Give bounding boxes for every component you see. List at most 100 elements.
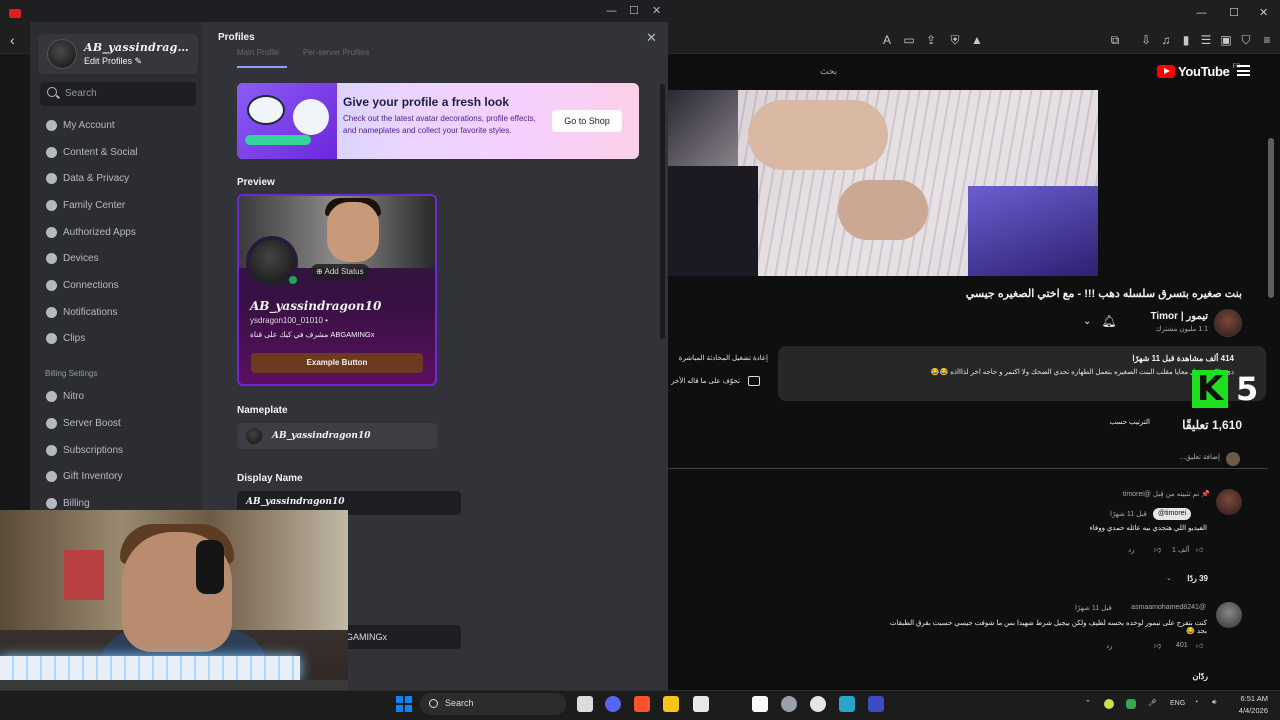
nav-authorized-apps[interactable]: Authorized Apps: [40, 221, 196, 243]
replies-chevron-icon[interactable]: ⌄: [1166, 574, 1172, 582]
microphone-icon: [196, 540, 224, 594]
minimize-icon[interactable]: —: [606, 4, 617, 17]
channel-avatar[interactable]: [1214, 309, 1242, 337]
volume-icon[interactable]: 🔊︎: [1212, 699, 1216, 707]
channel-name[interactable]: تيمور | Timor: [1120, 311, 1208, 322]
tab-per-server-profiles[interactable]: Per-server Profiles: [303, 48, 369, 57]
go-to-shop-button[interactable]: Go to Shop: [552, 110, 622, 132]
hamburger-menu-icon[interactable]: [1237, 65, 1250, 76]
nav-content-social[interactable]: Content & Social: [40, 141, 196, 163]
add-comment-input[interactable]: إضافة تعليق...: [1120, 453, 1221, 461]
maximize-icon[interactable]: ☐: [1229, 6, 1239, 19]
bookmarks-icon[interactable]: ☰: [1199, 33, 1213, 47]
edit-profiles-link[interactable]: Edit Profiles ✎: [84, 56, 142, 67]
brave-taskbar-icon[interactable]: [634, 696, 650, 712]
sidebar-icon[interactable]: ▮: [1179, 33, 1193, 47]
like-count: 401: [1176, 642, 1188, 649]
apps-icon: [46, 226, 57, 238]
tab-icon[interactable]: ⧉: [1108, 33, 1122, 47]
k5-number: 5: [1236, 370, 1259, 408]
nav-notifications[interactable]: Notifications: [40, 301, 196, 323]
download-icon[interactable]: ⇩: [1139, 33, 1153, 47]
comment-avatar[interactable]: [1216, 489, 1242, 515]
translate-icon[interactable]: A: [880, 33, 894, 47]
cast-icon[interactable]: ▭: [902, 33, 916, 47]
settings-search-input[interactable]: Search: [40, 82, 196, 106]
maximize-icon[interactable]: ☐: [629, 4, 639, 17]
display-name-label: Display Name: [237, 473, 303, 484]
file-explorer-icon[interactable]: [663, 696, 679, 712]
close-window-icon[interactable]: ✕: [1259, 6, 1268, 19]
settings-gear-icon[interactable]: [781, 696, 797, 712]
yt-search-hint[interactable]: بحث: [820, 66, 837, 77]
nav-devices[interactable]: Devices: [40, 247, 196, 269]
dislike-icon[interactable]: 👎︎: [1154, 545, 1161, 554]
vpn-icon[interactable]: ⛉: [1239, 33, 1253, 47]
comment-handle[interactable]: @asmaamohamed8241: [1036, 604, 1206, 611]
boost-icon: [46, 417, 57, 429]
comment-avatar[interactable]: [1216, 602, 1242, 628]
nav-server-boost[interactable]: Server Boost: [40, 412, 196, 434]
wifi-icon[interactable]: ◔: [1194, 699, 1198, 706]
nav-clips[interactable]: Clips: [40, 327, 196, 349]
start-button-icon[interactable]: [396, 696, 412, 712]
dislike-icon[interactable]: 👎︎: [1154, 641, 1161, 650]
notepad-icon[interactable]: [752, 696, 768, 712]
brave-rewards-icon[interactable]: ▲: [970, 33, 984, 47]
chevron-down-icon[interactable]: ⌄: [1083, 316, 1091, 327]
taskbar-search[interactable]: Search: [420, 693, 566, 715]
menu-icon[interactable]: ≡: [1260, 33, 1274, 47]
close-window-icon[interactable]: ✕: [652, 4, 661, 17]
bell-icon[interactable]: 🔔︎: [1100, 314, 1118, 332]
share-icon[interactable]: ⇪: [924, 33, 938, 47]
close-settings-icon[interactable]: ✕: [646, 31, 657, 46]
like-icon[interactable]: 👍︎: [1196, 641, 1203, 650]
youtube-scrollbar[interactable]: [1268, 90, 1274, 680]
replies-toggle[interactable]: ردّان: [1180, 672, 1208, 681]
tray-mic-icon[interactable]: 🎤︎: [1148, 699, 1157, 707]
obs-icon[interactable]: [810, 696, 826, 712]
youtube-logo[interactable]: YouTube FR: [1157, 64, 1241, 79]
language-indicator[interactable]: ENG: [1170, 700, 1185, 707]
nav-family-center[interactable]: Family Center: [40, 194, 196, 216]
youtube-play-icon: [1157, 65, 1175, 78]
add-status-button[interactable]: ⊕ Add Status: [310, 264, 370, 280]
wallet-icon[interactable]: ▣: [1219, 33, 1233, 47]
discord-taskbar-icon[interactable]: [605, 696, 621, 712]
nav-data-privacy[interactable]: Data & Privacy: [40, 167, 196, 189]
brave-shield-icon[interactable]: ⛨: [948, 33, 962, 47]
comment-handle[interactable]: @timorei: [1153, 508, 1192, 520]
settings-scrollbar[interactable]: [660, 84, 665, 682]
reply-button[interactable]: رد: [1106, 642, 1113, 650]
tray-security-icon[interactable]: [1126, 699, 1136, 709]
nav-my-account[interactable]: My Account: [40, 114, 196, 136]
music-icon[interactable]: ♫: [1159, 33, 1173, 47]
youtube-favicon-icon[interactable]: [9, 9, 21, 18]
chat-icon[interactable]: [748, 376, 760, 386]
like-icon[interactable]: 👍︎: [1196, 545, 1203, 554]
back-icon[interactable]: ‹: [10, 32, 15, 48]
nav-subscriptions[interactable]: Subscriptions: [40, 439, 196, 461]
store-icon[interactable]: [693, 696, 709, 712]
minimize-icon[interactable]: —: [1196, 6, 1207, 19]
ea-app-icon[interactable]: [868, 696, 884, 712]
tray-chevron-icon[interactable]: ⌃: [1085, 699, 1091, 707]
nav-connections[interactable]: Connections: [40, 274, 196, 296]
nav-nitro[interactable]: Nitro: [40, 385, 196, 407]
nav-gift-inventory[interactable]: Gift Inventory: [40, 465, 196, 487]
tab-main-profile[interactable]: Main Profile: [237, 48, 279, 57]
task-view-icon[interactable]: [577, 696, 593, 712]
active-tab-indicator: [237, 66, 287, 68]
k5-badge: K 5: [1192, 370, 1258, 408]
clock-date[interactable]: 4/4/2026: [1226, 706, 1268, 715]
teams-icon[interactable]: [839, 696, 855, 712]
example-button[interactable]: Example Button: [251, 353, 423, 373]
sort-comments-button[interactable]: الترتيب حسب: [1088, 418, 1150, 426]
live-chat-replay-text[interactable]: إعادة تشغيل المحادثة المباشرة: [668, 354, 768, 362]
replies-toggle[interactable]: 39 ردًا: [1172, 574, 1208, 583]
video-player[interactable]: [668, 90, 1098, 276]
clock-time[interactable]: 6:51 AM: [1232, 694, 1268, 703]
tray-app-icon[interactable]: [1104, 699, 1114, 709]
reply-button[interactable]: رد: [1128, 546, 1135, 554]
user-avatar[interactable]: [47, 39, 77, 69]
